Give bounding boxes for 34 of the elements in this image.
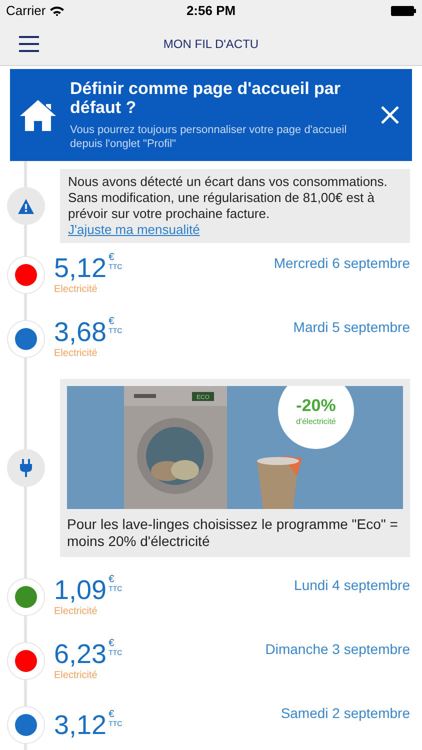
date: Mardi 5 septembre [293, 318, 410, 337]
close-icon [381, 106, 399, 124]
energy-label: Electricité [54, 283, 98, 297]
amount: 3,68 [54, 317, 107, 347]
menu-button[interactable] [19, 36, 39, 52]
banner-subtitle: Vous pourrez toujours personnaliser votre page d'accueil depuis l'onglet "Profil" [70, 123, 348, 151]
tip-text: Pour les lave-linges choisissez le programme "Eco" = moins 20% d'électricité [67, 516, 399, 550]
page-title: MON FIL D'ACTU [163, 36, 259, 52]
adjust-link[interactable]: J'ajuste ma mensualité [68, 222, 200, 237]
battery-icon [391, 6, 416, 16]
plug-icon [19, 459, 33, 477]
carrier: Carrier [6, 2, 46, 20]
currency: € [108, 639, 114, 649]
amount: 5,12 [54, 253, 107, 283]
energy-label: Electricité [54, 347, 98, 361]
date: Samedi 2 septembre [280, 704, 410, 723]
warning-icon [18, 198, 34, 214]
currency: € [108, 710, 114, 720]
date: Dimanche 3 septembre [265, 640, 410, 659]
alert-message: Nous avons détecté un écart dans vos consommations. Sans modification, une régularisation de 81,00€ est à prévoir sur votre prochaine facture. J'ajuste ma mensualité [68, 174, 388, 238]
home-icon [20, 100, 56, 130]
amount: 6,23 [54, 639, 107, 669]
currency: € [108, 317, 114, 327]
date: Mercredi 6 septembre [274, 254, 410, 273]
currency: € [108, 253, 114, 263]
amount: 3,12 [54, 710, 107, 740]
amount: 1,09 [54, 575, 107, 605]
energy-label: Electricité [54, 605, 98, 619]
date: Lundi 4 septembre [294, 576, 410, 595]
wifi-icon [50, 6, 64, 16]
banner-title: Définir comme page d'accueil par défaut ? [70, 79, 342, 117]
currency: € [108, 575, 114, 585]
clock: 2:56 PM [186, 2, 236, 20]
energy-label: Electricité [54, 669, 98, 683]
